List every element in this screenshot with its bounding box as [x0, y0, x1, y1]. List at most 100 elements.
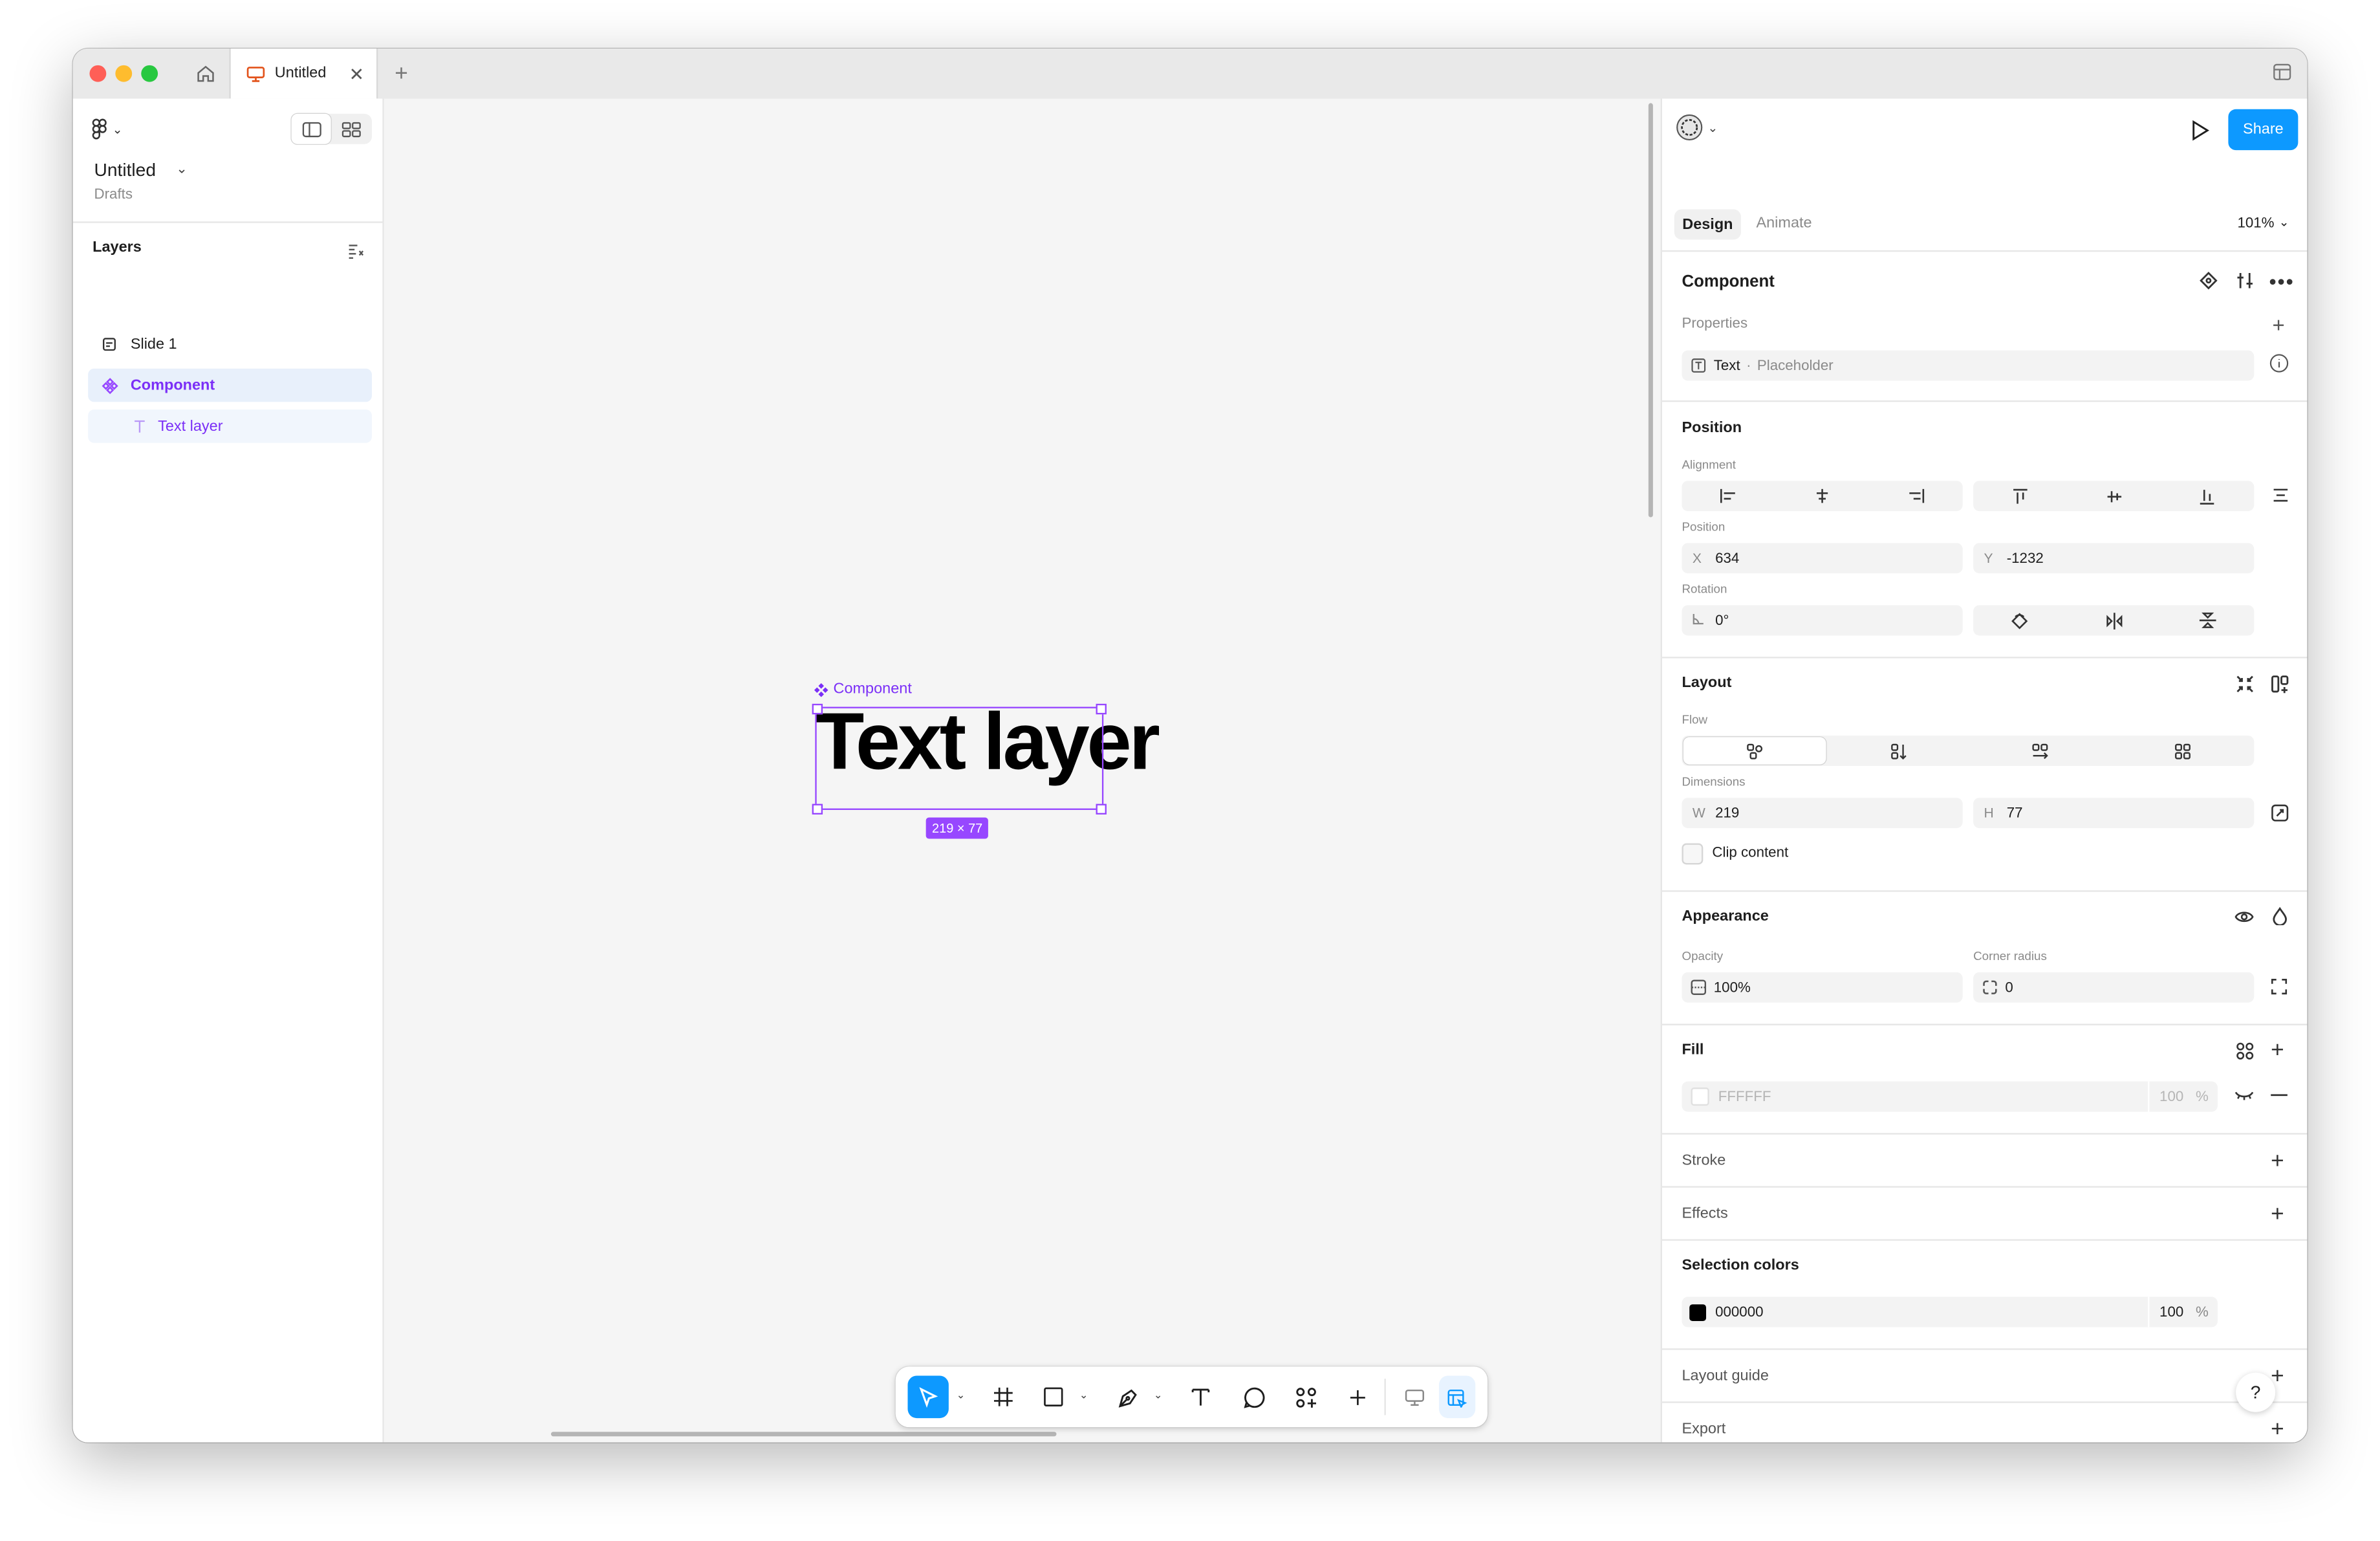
- close-window-button[interactable]: [89, 65, 107, 82]
- align-left-icon[interactable]: [1682, 481, 1775, 511]
- add-stroke-icon[interactable]: +: [2271, 1148, 2284, 1174]
- tab-design[interactable]: Design: [1674, 209, 1742, 240]
- add-effect-icon[interactable]: +: [2271, 1201, 2284, 1227]
- user-avatar[interactable]: ⌄: [1676, 114, 1718, 141]
- new-tab-button[interactable]: +: [395, 61, 408, 87]
- vertical-scrollbar[interactable]: [1648, 103, 1653, 518]
- tab-animate[interactable]: Animate: [1756, 215, 1812, 232]
- opacity-field[interactable]: 100%: [1682, 972, 1963, 1003]
- comment-tool-button[interactable]: [1237, 1375, 1271, 1418]
- canvas[interactable]: Component Text layer 219 × 77 ⌄ ⌄ ⌄: [384, 98, 1661, 1443]
- pen-tool-chevron-icon[interactable]: ⌄: [1154, 1390, 1163, 1401]
- fill-swatch[interactable]: [1691, 1087, 1709, 1106]
- visibility-eye-icon[interactable]: [2234, 908, 2255, 925]
- component-settings-icon[interactable]: [2236, 272, 2254, 290]
- hidden-fill-icon[interactable]: [2234, 1087, 2255, 1102]
- more-options-icon[interactable]: •••: [2269, 270, 2295, 292]
- flow-freeform-icon[interactable]: [1683, 737, 1826, 765]
- layout-section-title: Layout: [1682, 675, 1732, 692]
- text-tool-button[interactable]: [1184, 1375, 1218, 1418]
- flow-vertical-icon[interactable]: [1827, 736, 1969, 766]
- rotate-90-icon[interactable]: [1973, 605, 2067, 635]
- component-canvas-label[interactable]: Component: [814, 681, 912, 697]
- resize-handle-top-right[interactable]: [1096, 703, 1107, 715]
- zoom-dropdown[interactable]: 101% ⌄: [2237, 215, 2289, 232]
- align-middle-icon[interactable]: [2067, 481, 2161, 511]
- corner-radius-field[interactable]: 0: [1973, 972, 2255, 1003]
- maximize-window-button[interactable]: [141, 65, 158, 82]
- resize-to-fit-icon[interactable]: [2236, 675, 2254, 693]
- property-separator: ·: [1746, 357, 1751, 374]
- flip-horizontal-icon[interactable]: [2067, 605, 2161, 635]
- layer-row-component[interactable]: Component: [88, 368, 373, 402]
- x-position-field[interactable]: X 634: [1682, 543, 1963, 574]
- resize-handle-top-left[interactable]: [812, 703, 823, 715]
- info-icon[interactable]: [2269, 353, 2289, 373]
- actions-tool-button[interactable]: [1289, 1375, 1323, 1418]
- clip-content-checkbox[interactable]: [1682, 843, 1704, 865]
- fill-styles-icon[interactable]: [2236, 1042, 2254, 1060]
- file-title[interactable]: Untitled: [94, 159, 156, 180]
- share-button[interactable]: Share: [2228, 109, 2299, 151]
- single-view-button[interactable]: [291, 113, 331, 144]
- flip-vertical-icon[interactable]: [2161, 605, 2255, 635]
- main-menu-button[interactable]: ⌄: [91, 118, 122, 141]
- horizontal-scrollbar[interactable]: [550, 1432, 1057, 1437]
- flow-horizontal-icon[interactable]: [1969, 736, 2112, 766]
- pen-tool-button[interactable]: [1111, 1375, 1145, 1418]
- flow-grid-icon[interactable]: [2112, 736, 2254, 766]
- independent-corners-icon[interactable]: [2271, 978, 2288, 995]
- home-button[interactable]: [182, 49, 228, 98]
- shape-tool-chevron-icon[interactable]: ⌄: [1079, 1390, 1088, 1401]
- resize-handle-bottom-right[interactable]: [1096, 803, 1107, 814]
- layers-options-icon[interactable]: [347, 239, 364, 267]
- width-field[interactable]: W 219: [1682, 798, 1963, 829]
- add-tool-button[interactable]: [1340, 1375, 1374, 1418]
- constrain-proportions-icon[interactable]: [2271, 804, 2289, 822]
- move-tool-chevron-icon[interactable]: ⌄: [957, 1390, 966, 1401]
- property-value: Placeholder: [1757, 357, 1834, 374]
- add-fill-icon[interactable]: +: [2271, 1038, 2284, 1064]
- bottom-toolbar: ⌄ ⌄ ⌄: [895, 1366, 1488, 1428]
- selection-color-field[interactable]: 000000 100 %: [1682, 1296, 2218, 1328]
- layer-row-text-layer[interactable]: Text layer: [88, 410, 373, 443]
- add-property-icon[interactable]: +: [2272, 312, 2284, 337]
- property-name: Text: [1713, 357, 1740, 374]
- close-tab-icon[interactable]: ✕: [349, 63, 365, 85]
- selection-color-swatch[interactable]: [1689, 1304, 1707, 1320]
- selection-color-percent: %: [2196, 1304, 2209, 1320]
- frame-tool-button[interactable]: [987, 1375, 1021, 1418]
- align-top-icon[interactable]: [1973, 481, 2067, 511]
- rotation-field[interactable]: 0°: [1682, 605, 1963, 636]
- grid-view-button[interactable]: [331, 114, 371, 144]
- fill-color-field[interactable]: FFFFFF 100 %: [1682, 1081, 2218, 1112]
- blend-mode-icon[interactable]: [2272, 907, 2287, 926]
- distribute-icon[interactable]: [2272, 487, 2289, 504]
- design-mode-button[interactable]: [1438, 1375, 1476, 1419]
- auto-layout-icon[interactable]: [2271, 675, 2289, 694]
- help-button[interactable]: ?: [2236, 1372, 2276, 1412]
- resize-handle-bottom-left[interactable]: [812, 803, 823, 814]
- text-property-field[interactable]: Text · Placeholder: [1682, 350, 2255, 381]
- remove-fill-icon[interactable]: [2271, 1093, 2288, 1097]
- move-tool-button[interactable]: [907, 1375, 949, 1419]
- tab-untitled[interactable]: Untitled ✕: [229, 49, 378, 99]
- layer-row-slide-1[interactable]: Slide 1: [88, 327, 372, 361]
- selection-box[interactable]: [815, 706, 1104, 810]
- align-right-icon[interactable]: [1869, 481, 1963, 511]
- y-position-field[interactable]: Y -1232: [1973, 543, 2255, 574]
- file-menu-chevron-icon[interactable]: ⌄: [176, 161, 188, 178]
- figma-logo-icon: [92, 118, 107, 140]
- align-bottom-icon[interactable]: [2161, 481, 2255, 511]
- add-export-icon[interactable]: +: [2271, 1417, 2284, 1443]
- shape-tool-button[interactable]: [1037, 1375, 1070, 1418]
- slide-mode-button[interactable]: [1398, 1375, 1432, 1418]
- dimension-badge: 219 × 77: [925, 817, 989, 839]
- align-center-horizontal-icon[interactable]: [1775, 481, 1869, 511]
- present-button[interactable]: [2184, 115, 2214, 146]
- height-field[interactable]: H 77: [1973, 798, 2255, 829]
- go-to-main-component-icon[interactable]: [2200, 272, 2218, 290]
- file-location[interactable]: Drafts: [94, 186, 133, 203]
- sidebar-toggle-icon[interactable]: [2272, 62, 2292, 89]
- minimize-window-button[interactable]: [115, 65, 133, 82]
